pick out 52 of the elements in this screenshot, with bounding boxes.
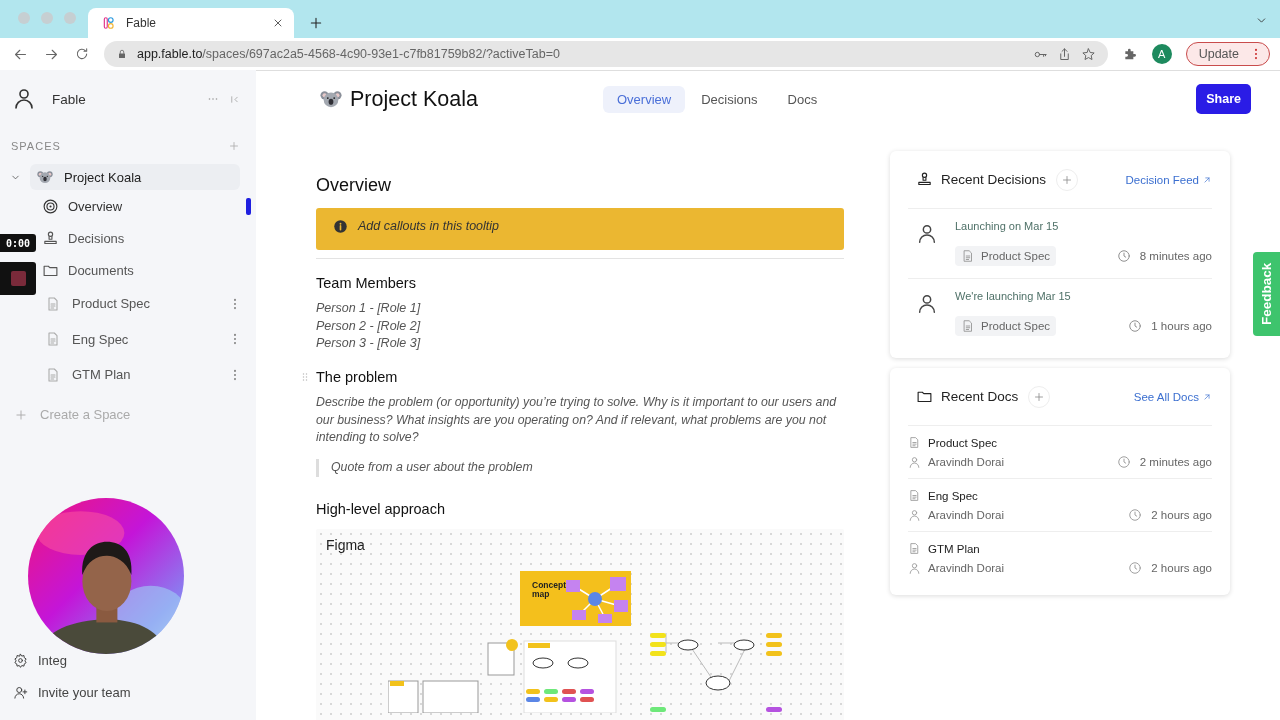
doc-title[interactable]: GTM Plan (928, 542, 980, 555)
share-button[interactable]: Share (1196, 84, 1251, 114)
sidebar-item[interactable]: Documents (38, 254, 240, 286)
address-bar[interactable]: app.fable.to/spaces/697ac2a5-4568-4c90-93e1-c7fb81759b82/?activeTab=0 (104, 41, 1108, 67)
member-line: Person 1 - [Role 1] (316, 300, 422, 317)
sidebar-item[interactable]: Overview (38, 190, 240, 222)
doc-chip[interactable]: Product Spec (955, 246, 1057, 266)
section-heading: High-level approach (316, 501, 445, 518)
page-tab[interactable]: Docs (773, 85, 832, 113)
browser-tab[interactable]: Fable (88, 8, 294, 38)
recording-timer: 0:00 (0, 234, 36, 252)
panel-title: Recent Docs (941, 389, 1019, 404)
sidebar-item[interactable]: Decisions (38, 222, 240, 254)
sidebar-link[interactable]: Invite your team (0, 676, 137, 708)
timestamp: 2 minutes ago (1139, 456, 1212, 468)
profile-avatar[interactable]: A (1151, 44, 1172, 64)
section-heading: The problem (316, 368, 398, 385)
blockquote: Quote from a user about the problem (316, 459, 844, 478)
page-tab[interactable]: Overview (603, 85, 686, 113)
doc-author: Aravindh Dorai (928, 509, 1006, 521)
section-label: SPACES (11, 140, 61, 152)
doc-author: Aravindh Dorai (928, 562, 1006, 574)
sidebar-doc-item[interactable]: Product Spec (0, 286, 240, 322)
page-title: Project Koala (350, 86, 478, 112)
member-line: Person 3 - [Role 3] (316, 335, 422, 353)
doc-title[interactable]: Product Spec (928, 436, 998, 449)
sidebar-doc-item[interactable]: Eng Spec (0, 321, 240, 357)
doc-title[interactable]: Eng Spec (928, 489, 978, 502)
timestamp: 1 hours ago (1151, 320, 1212, 332)
paragraph: Describe the problem (or opportunity) you’re trying to solve. Why is it important to our users and our business? What insights are you operating on? And if relevant, what problems are you not intending to solve? (316, 393, 838, 447)
sidebar-link[interactable]: Integ (0, 644, 73, 676)
page-tab[interactable]: Decisions (687, 85, 772, 113)
see-all-docs-link[interactable]: See All Docs (1133, 390, 1212, 403)
embed-label: Figma (326, 537, 365, 554)
workspace-name: Fable (52, 91, 87, 107)
section-heading: Team Members (316, 275, 416, 291)
doc-author: Aravindh Dorai (928, 456, 1006, 468)
update-button[interactable]: Update (1185, 42, 1270, 66)
decision-text[interactable]: Launching on Mar 15 (955, 220, 1212, 232)
space-item[interactable]: Project Koala (30, 164, 240, 190)
callout-text: Add callouts in this tooltip (358, 219, 500, 233)
timestamp: 2 hours ago (1151, 562, 1212, 574)
panel-title: Recent Decisions (941, 172, 1047, 187)
doc-chip[interactable]: Product Spec (955, 316, 1057, 336)
timestamp: 2 hours ago (1151, 509, 1212, 521)
decision-feed-link[interactable]: Decision Feed (1125, 173, 1212, 186)
timestamp: 8 minutes ago (1139, 250, 1212, 262)
sidebar-doc-item[interactable]: GTM Plan (0, 357, 240, 393)
section-title: Overview (316, 175, 392, 196)
card-title: Concept map (532, 581, 567, 600)
decision-text[interactable]: We're launching Mar 15 (955, 290, 1212, 302)
member-line: Person 2 - [Role 2] (316, 317, 422, 335)
